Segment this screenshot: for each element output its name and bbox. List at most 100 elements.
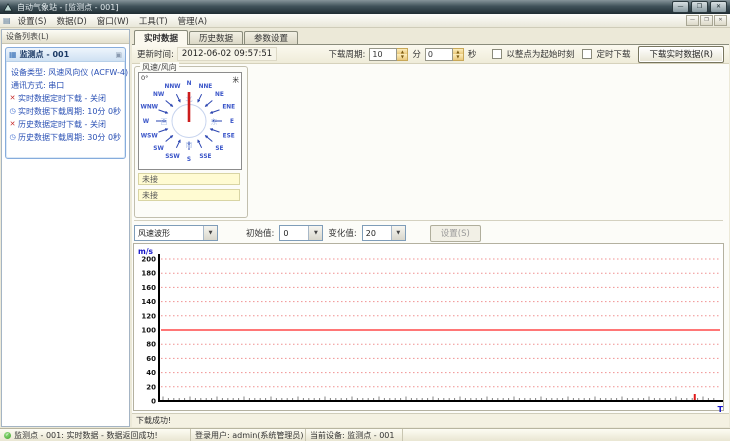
initial-value-select[interactable]: 0 ▼	[279, 225, 324, 241]
device-info-line: 设备类型: 风速风向仪 (ACFW-4)	[9, 66, 128, 79]
device-info-line: ✕ 实时数据定时下载 - 关闭	[9, 92, 123, 105]
mdi-minimize-button[interactable]: —	[686, 15, 699, 26]
compass-arrow	[165, 135, 174, 142]
x-axis-label: T	[718, 405, 724, 414]
window-title: 自动气象站 - [监测点 - 001]	[17, 2, 119, 12]
device-panel-header[interactable]: ▦ 监测点 - 001 ▣	[6, 48, 125, 62]
timed-download-label: 定时下载	[596, 50, 631, 60]
y-tick-label: 40	[146, 369, 156, 377]
minutes-input[interactable]: 10	[369, 47, 398, 61]
compass-arrow	[197, 139, 203, 149]
pin-icon[interactable]: ▣	[115, 51, 122, 59]
seconds-unit-label: 秒	[467, 50, 477, 60]
chart-canvas: 0 20 40 60 80 100 120 140 160 180 200m/s T	[138, 247, 724, 414]
device-info-line: 通讯方式: 串口	[9, 79, 123, 92]
timed-download-checkbox[interactable]	[582, 49, 593, 59]
compass-direction-label: NW	[153, 92, 165, 98]
compass-degree-label: 0°	[141, 74, 149, 82]
cross-icon: ✕	[9, 120, 16, 128]
statusbar-device: 当前设备: 监测点 - 001	[306, 429, 403, 441]
device-panel[interactable]: ▦ 监测点 - 001 ▣ 设备类型: 风速风向仪 (ACFW-4) 通讯方式: …	[5, 47, 128, 159]
compass-direction-label: N	[187, 81, 192, 87]
y-tick-label: 60	[146, 355, 156, 363]
compass-direction-label: SE	[215, 146, 223, 152]
update-time-label: 更新时间:	[137, 50, 174, 60]
statusbar-status: ✓ 监测点 - 001: 实时数据 - 数据返回成功!	[0, 429, 191, 441]
menubar: ▤ 设置(S) 数据(D) 窗口(W) 工具(T) 管理(A) — ❐ ✕	[0, 14, 730, 28]
device-panel-body: 设备类型: 风速风向仪 (ACFW-4) 通讯方式: 串口 ✕ 实时数据定时下载 - …	[6, 62, 128, 158]
compass-arrow	[197, 93, 203, 103]
menu-settings[interactable]: 设置(S)	[13, 15, 52, 27]
compass-direction-label: NNW	[164, 84, 181, 90]
app-window: 自动气象站 - [监测点 - 001] — ❐ ✕ ▤ 设置(S) 数据(D) 窗口(W…	[0, 0, 730, 441]
compass-chinese-label: 南	[186, 140, 193, 149]
device-panel-title: 监测点 - 001	[19, 50, 70, 59]
wind-speed-chart: 0 20 40 60 80 100 120 140 160 180 200 m/s T	[133, 243, 724, 414]
mdi-close-button[interactable]: ✕	[714, 15, 727, 26]
close-button[interactable]: ✕	[710, 1, 727, 13]
app-icon	[3, 2, 13, 11]
align-to-hour-checkbox[interactable]	[492, 49, 503, 59]
statusbar: ✓ 监测点 - 001: 实时数据 - 数据返回成功! 登录用户: admin(…	[0, 428, 730, 441]
tab-realtime-data[interactable]: 实时数据	[134, 30, 189, 45]
tab-strip: 实时数据 历史数据 参数设置	[132, 29, 729, 45]
device-sidebar: 设备列表(L) ▦ 监测点 - 001 ▣ 设备类型: 风速风向仪 (ACFW-…	[1, 29, 130, 427]
minutes-spinner: 10 ▲ ▼	[369, 47, 409, 61]
menu-data[interactable]: 数据(D)	[52, 15, 92, 27]
compass-direction-label: NE	[215, 92, 224, 98]
cross-icon: ✕	[9, 94, 16, 102]
minutes-down-icon[interactable]: ▼	[397, 54, 408, 60]
compass-direction-label: WSW	[141, 134, 159, 140]
window-controls: — ❐ ✕	[672, 1, 727, 13]
menu-tools[interactable]: 工具(T)	[134, 15, 173, 27]
compass-arrow	[175, 139, 181, 149]
clock-icon: ◷	[9, 107, 16, 115]
statusbar-spacer	[403, 429, 730, 441]
update-time-value: 2012-06-02 09:57:51	[176, 47, 278, 61]
device-line-text: 实时数据下载周期: 10分 0秒	[18, 107, 122, 116]
compass-direction-label: W	[143, 119, 150, 125]
align-to-hour-label: 以整点为起始时刻	[506, 50, 575, 60]
tab-param-settings[interactable]: 参数设置	[244, 31, 299, 44]
compass-direction-label: NNE	[199, 84, 213, 90]
y-tick-label: 100	[141, 327, 156, 335]
seconds-down-icon[interactable]: ▼	[452, 54, 463, 60]
change-value-select[interactable]: 20 ▼	[361, 225, 406, 241]
y-tick-label: 200	[141, 256, 156, 264]
y-tick-label: 0	[151, 398, 156, 406]
settings-button[interactable]: 设置(S)	[429, 224, 481, 242]
chevron-down-icon: ▼	[390, 226, 405, 240]
device-grid-icon: ▦	[9, 50, 17, 59]
tab-history-data[interactable]: 历史数据	[189, 31, 244, 44]
compass-arrow	[204, 135, 213, 142]
change-value-label: 变化值:	[328, 229, 357, 239]
realtime-tab-content: 风速/风向 0° 米 N NNE NE ENE E ESE SE SSE S SSW SW WSW W W…	[132, 62, 729, 414]
compass-arrow	[209, 128, 220, 133]
download-realtime-button[interactable]: 下载实时数据(R)	[638, 45, 724, 63]
y-axis-unit-label: m/s	[138, 247, 154, 256]
compass-arrow	[209, 109, 220, 114]
seconds-input[interactable]: 0	[424, 47, 453, 61]
menu-window[interactable]: 窗口(W)	[92, 15, 134, 27]
device-line-text: 设备类型: 风速风向仪 (ACFW-4)	[11, 68, 129, 77]
minutes-unit-label: 分	[412, 50, 421, 60]
minimize-button[interactable]: —	[672, 1, 689, 13]
mdi-restore-button[interactable]: ❐	[700, 15, 713, 26]
divider-line	[134, 220, 723, 221]
y-tick-label: 180	[141, 270, 156, 278]
wind-speed-field: 未接	[138, 173, 240, 185]
wind-compass: 0° 米 N NNE NE ENE E ESE SE SSE S SSW SW WSW W WNW NW NN…	[138, 72, 242, 170]
statusbar-user: 登录用户: admin(系统管理员)	[191, 429, 306, 441]
menu-admin[interactable]: 管理(A)	[173, 15, 212, 27]
compass-direction-label: S	[187, 157, 191, 163]
device-info-line: ◷ 历史数据下载周期: 30分 0秒	[9, 131, 123, 144]
chevron-down-icon: ▼	[203, 226, 217, 240]
compass-direction-label: SSE	[199, 154, 211, 160]
waveform-select[interactable]: 风速波形 ▼	[134, 225, 218, 241]
mdi-child-icon: ▤	[3, 15, 11, 25]
device-line-text: 实时数据定时下载 - 关闭	[18, 94, 106, 103]
wind-groupbox: 风速/风向 0° 米 N NNE NE ENE E ESE SE SSE S SSW SW WSW W W…	[134, 62, 248, 218]
clock-icon: ◷	[9, 133, 16, 141]
maximize-button[interactable]: ❐	[691, 1, 708, 13]
y-tick-label: 20	[146, 383, 156, 391]
